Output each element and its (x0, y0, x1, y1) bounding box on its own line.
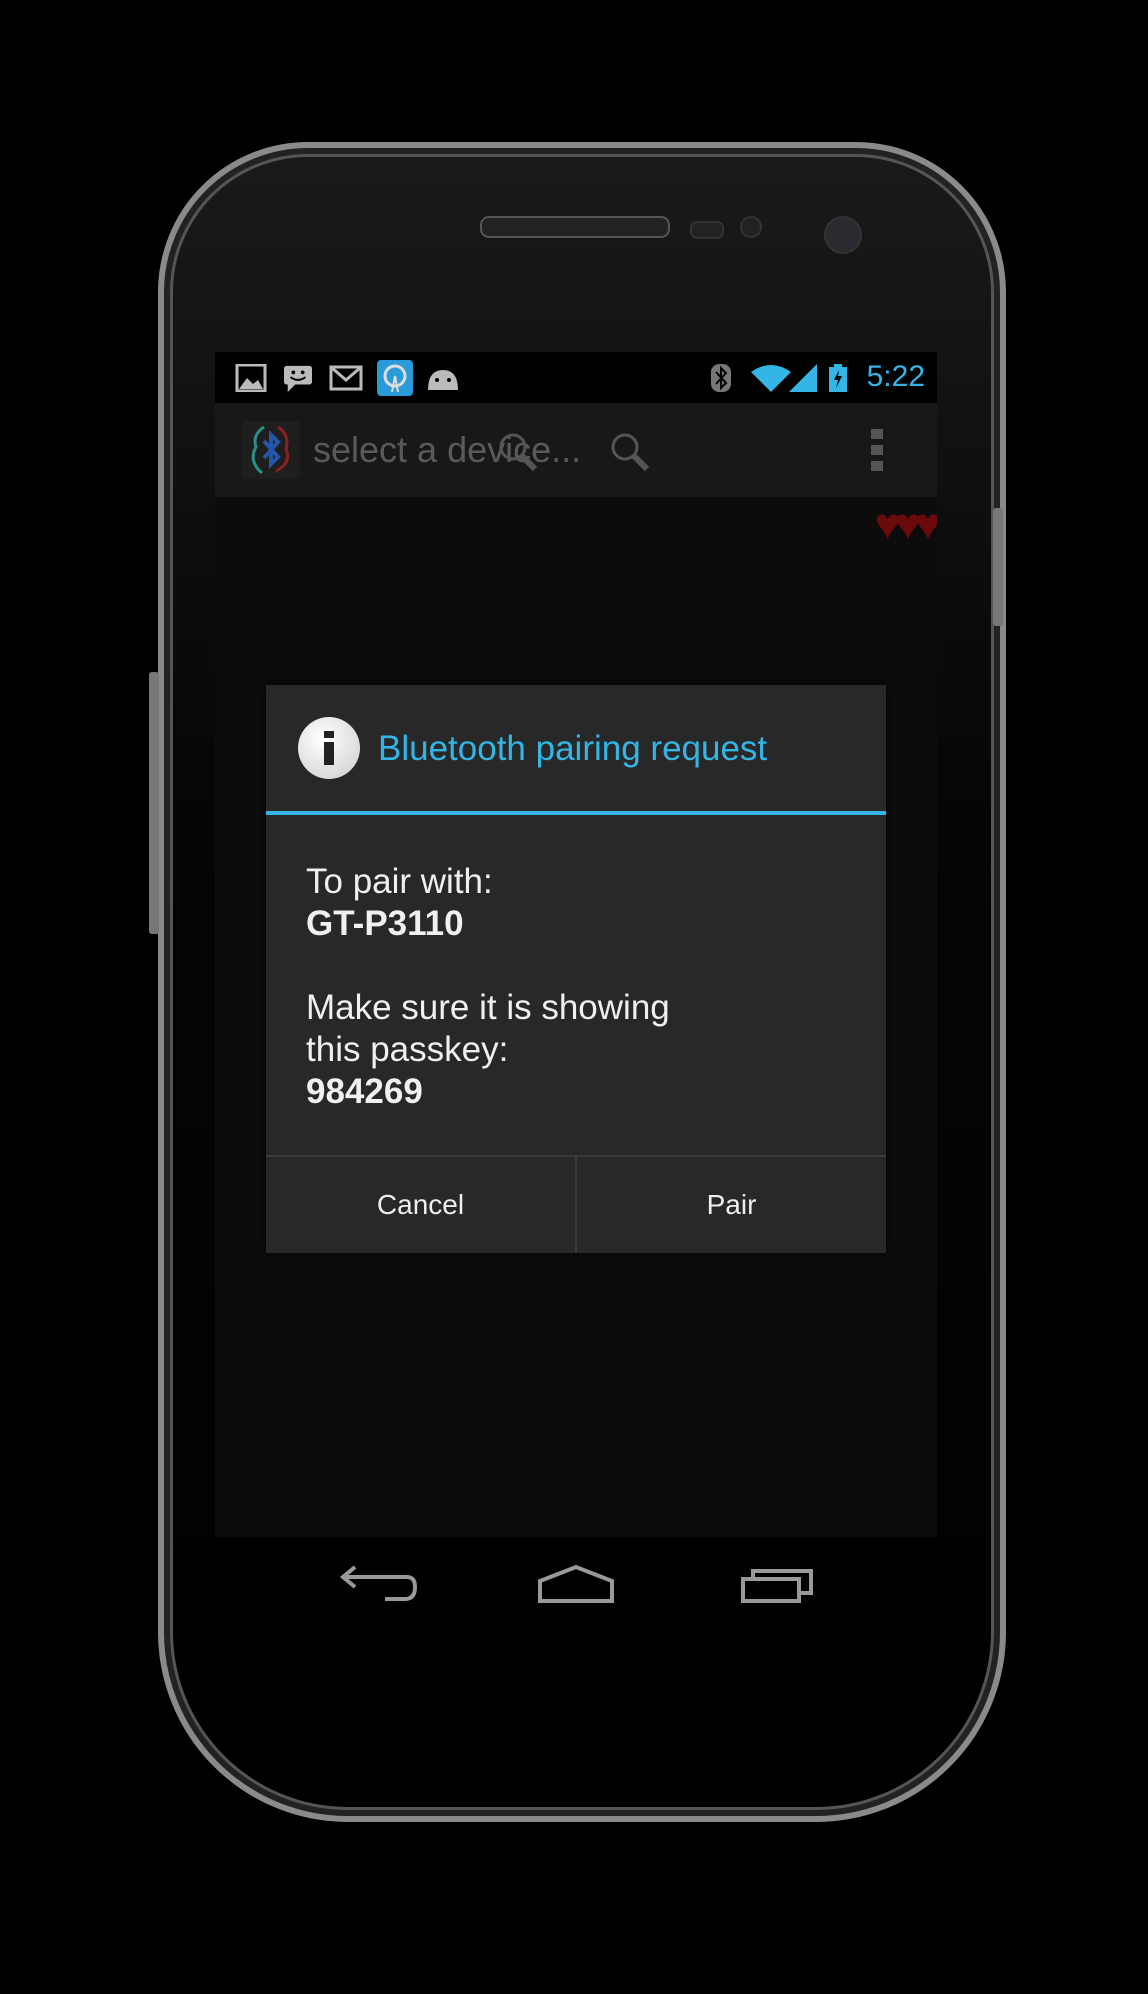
bluetooth-pairing-dialog: Bluetooth pairing request To pair with: … (266, 685, 886, 1253)
dialog-title: Bluetooth pairing request (378, 729, 768, 768)
cancel-button[interactable]: Cancel (266, 1157, 575, 1253)
navigation-bar (215, 1537, 937, 1632)
proximity-sensor (690, 221, 724, 239)
bluetooth-icon (711, 364, 731, 392)
action-bar-title: select a device... (313, 429, 582, 470)
status-bar: 5:22 (215, 352, 937, 403)
recents-icon[interactable] (727, 1557, 827, 1613)
hearts-indicator: ♥♥♥ (874, 500, 937, 549)
gallery-icon (235, 364, 267, 392)
signal-icon (789, 364, 817, 392)
android-icon (428, 370, 458, 390)
messaging-icon (284, 365, 312, 392)
back-icon[interactable] (325, 1557, 425, 1613)
light-sensor (740, 216, 762, 238)
search-icon[interactable] (497, 431, 539, 473)
gmail-icon (329, 365, 363, 391)
dialog-buttons: Cancel Pair (266, 1155, 886, 1253)
bluetooth-app-logo-icon (251, 425, 290, 475)
battery-charging-icon (829, 364, 847, 392)
pair-with-label: To pair with: (306, 862, 493, 901)
volume-button (149, 672, 159, 934)
dialog-message: To pair with: GT-P3110 Make sure it is s… (306, 861, 866, 1113)
action-bar: select a device... (215, 403, 937, 497)
info-icon (298, 717, 360, 779)
passkey: 984269 (306, 1072, 423, 1111)
power-button (993, 508, 1003, 626)
search-icon[interactable] (609, 431, 651, 473)
device-name: GT-P3110 (306, 904, 464, 943)
pair-button[interactable]: Pair (575, 1157, 886, 1253)
radio-app-icon (377, 360, 413, 396)
overflow-menu-icon[interactable] (871, 429, 885, 473)
dialog-header: Bluetooth pairing request (266, 685, 886, 815)
app-icon[interactable] (242, 421, 300, 479)
front-camera (824, 216, 862, 254)
earpiece-speaker (480, 216, 670, 238)
home-icon[interactable] (526, 1557, 626, 1613)
status-time: 5:22 (866, 360, 925, 393)
screen: 5:22 select a device... ♥♥♥ Bluetooth pa… (215, 352, 937, 1632)
wifi-icon (751, 365, 791, 392)
passkey-instruction: Make sure it is showing this passkey: (306, 988, 670, 1069)
